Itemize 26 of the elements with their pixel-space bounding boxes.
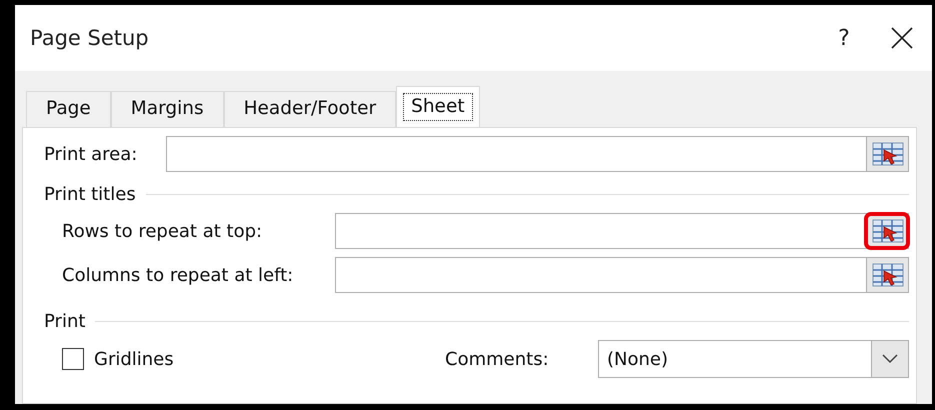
field-label: Print area: (44, 144, 138, 164)
collapse-dialog-button[interactable] (866, 258, 908, 292)
section-heading: Print (44, 311, 86, 332)
field-label: Rows to repeat at top: (62, 220, 264, 242)
collapse-dialog-button[interactable] (866, 214, 908, 248)
tab[interactable]: Header/Footer (224, 91, 396, 127)
range-select-icon (872, 142, 904, 166)
tab[interactable]: Sheet (396, 86, 480, 128)
field-label: Columns to repeat at left: (62, 264, 294, 286)
close-icon (891, 27, 913, 49)
checkbox-label: Gridlines (94, 348, 174, 370)
collapse-dialog-button[interactable] (866, 137, 908, 171)
field-label: Comments: (445, 348, 550, 370)
range-select-icon (872, 263, 904, 287)
range-select-icon (872, 219, 904, 243)
tab[interactable]: Page (26, 91, 111, 127)
help-button[interactable]: ? (816, 18, 872, 58)
window-title: Page Setup (30, 26, 150, 50)
comments-dropdown[interactable]: (None) (598, 340, 909, 378)
range-input-field[interactable] (335, 213, 909, 249)
section-heading: Print titles (44, 184, 136, 205)
range-input-field[interactable] (166, 136, 909, 172)
checkbox[interactable] (62, 348, 84, 370)
range-input-field[interactable] (335, 257, 909, 293)
chevron-down-icon (882, 354, 898, 364)
tab[interactable]: Margins (110, 91, 224, 127)
